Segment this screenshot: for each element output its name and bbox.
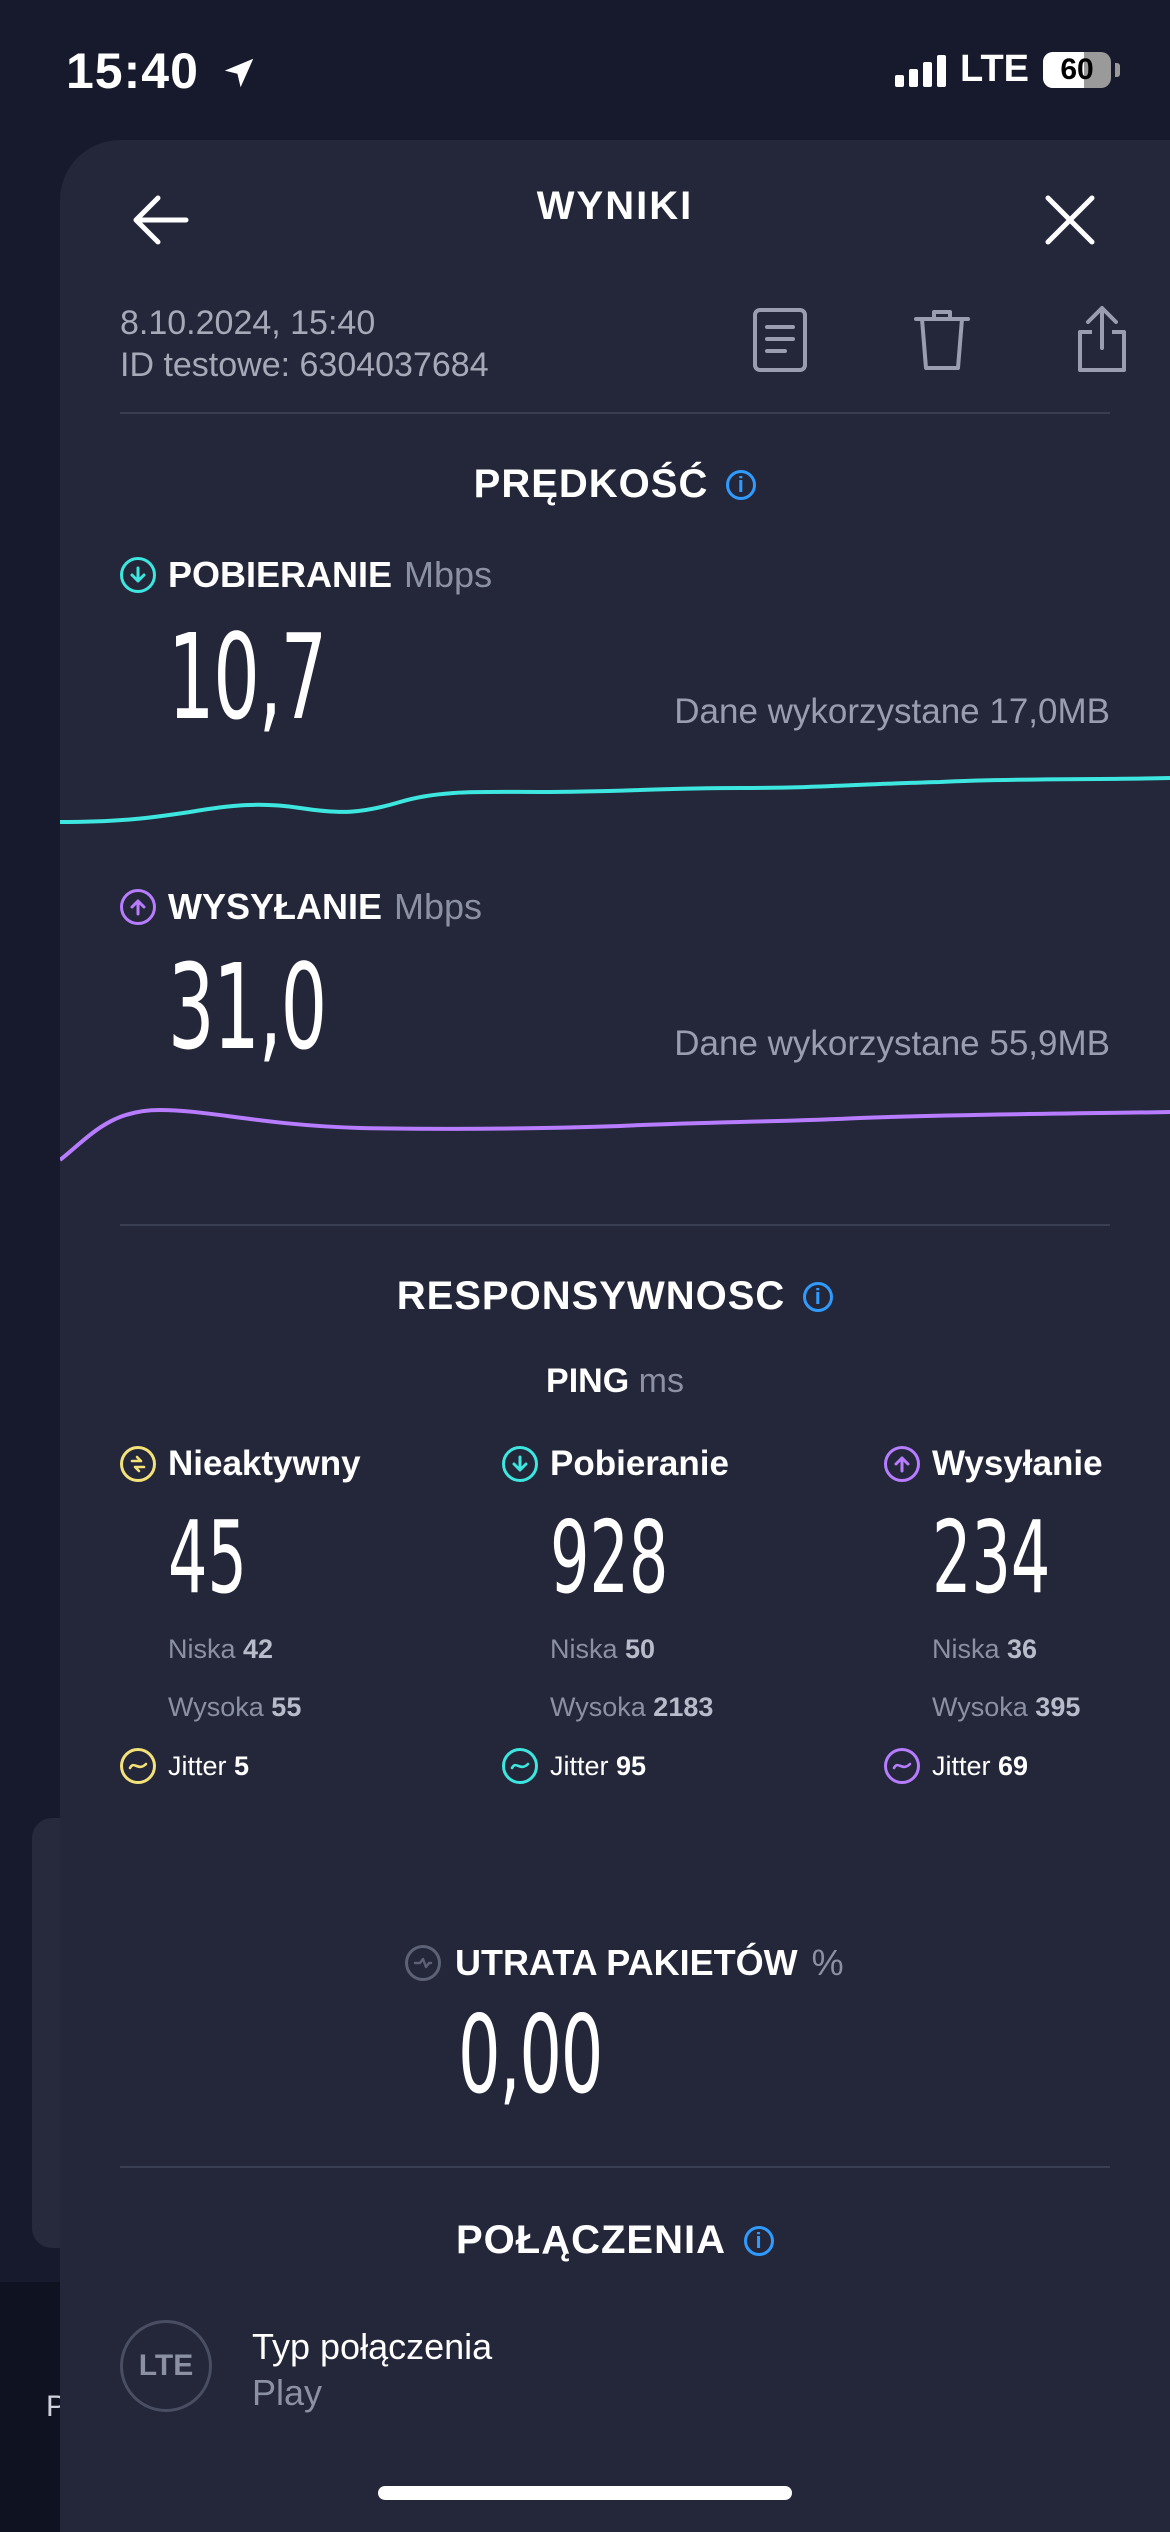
packet-loss-icon bbox=[405, 1945, 441, 1981]
ping-upload-high: Wysoka 395 bbox=[932, 1692, 1081, 1722]
ping-download-low: Niska 50 bbox=[550, 1634, 656, 1664]
ping-download-label: Pobieranie bbox=[502, 1444, 822, 1484]
ping-column-download: Pobieranie 928 bbox=[502, 1444, 822, 1608]
packet-loss-unit: % bbox=[811, 1942, 844, 1983]
upload-value: 31,0 bbox=[168, 938, 327, 1076]
packet-loss-value: 0,00 bbox=[458, 1993, 603, 2118]
divider bbox=[120, 1224, 1110, 1226]
location-arrow-icon bbox=[224, 58, 254, 88]
download-label-text: POBIERANIE bbox=[168, 554, 393, 595]
connection-provider: Play bbox=[252, 2372, 323, 2413]
share-button[interactable] bbox=[1062, 296, 1142, 380]
responsiveness-title: RESPONSYWNOSC bbox=[396, 1274, 786, 1318]
info-icon[interactable]: i bbox=[744, 2225, 774, 2256]
ping-upload-value: 234 bbox=[932, 1499, 1051, 1616]
ping-idle-low: Niska 42 bbox=[168, 1634, 274, 1664]
status-time: 15:40 bbox=[66, 42, 258, 100]
jitter-icon bbox=[502, 1748, 538, 1784]
ping-label: PING ms bbox=[60, 1362, 1170, 1401]
test-meta: 8.10.2024, 15:40 ID testowe: 6304037684 bbox=[120, 302, 489, 386]
ping-idle-value: 45 bbox=[168, 1499, 247, 1616]
upload-arrow-icon bbox=[884, 1446, 920, 1482]
ping-column-upload: Wysyłanie 234 bbox=[884, 1444, 1170, 1608]
test-id: ID testowe: 6304037684 bbox=[120, 346, 489, 384]
download-value: 10,7 bbox=[168, 608, 327, 746]
delete-button[interactable] bbox=[902, 300, 982, 380]
download-graph bbox=[60, 776, 1170, 824]
ping-upload-label: Wysyłanie bbox=[884, 1444, 1170, 1484]
ping-idle-label-text: Nieaktywny bbox=[168, 1444, 361, 1483]
ping-download-high: Wysoka 2183 bbox=[550, 1692, 714, 1722]
packet-loss-label: UTRATA PAKIETÓW % bbox=[405, 1942, 844, 1984]
upload-unit: Mbps bbox=[394, 886, 483, 927]
signal-icon bbox=[895, 53, 947, 87]
info-icon[interactable]: i bbox=[803, 1281, 834, 1312]
close-icon bbox=[1045, 195, 1095, 245]
ping-unit: ms bbox=[638, 1362, 684, 1400]
close-button[interactable] bbox=[1030, 180, 1110, 260]
battery-level: 60 bbox=[1060, 52, 1094, 86]
download-arrow-icon bbox=[120, 557, 156, 593]
test-date: 8.10.2024, 15:40 bbox=[120, 304, 376, 342]
ping-download-label-text: Pobieranie bbox=[550, 1444, 729, 1483]
connection-type-label: Typ połączenia bbox=[252, 2326, 493, 2367]
download-arrow-icon bbox=[502, 1446, 538, 1482]
idle-icon bbox=[120, 1446, 156, 1482]
download-data-used: Dane wykorzystane 17,0MB bbox=[674, 692, 1110, 731]
upload-arrow-icon bbox=[120, 889, 156, 925]
ping-column-idle: Nieaktywny 45 bbox=[120, 1444, 440, 1608]
packet-loss-label-text: UTRATA PAKIETÓW bbox=[455, 1942, 798, 1983]
responsiveness-section-title: RESPONSYWNOSC i bbox=[60, 1274, 1170, 1319]
status-indicators: LTE 60 bbox=[895, 48, 1120, 91]
ping-upload-jitter: Jitter 69 bbox=[884, 1748, 1028, 1784]
ping-idle-jitter: Jitter 5 bbox=[120, 1748, 249, 1784]
upload-label-text: WYSYŁANIE bbox=[168, 886, 383, 927]
ping-download-jitter: Jitter 95 bbox=[502, 1748, 646, 1784]
speed-section-title: PRĘDKOŚĆ i bbox=[60, 462, 1170, 507]
upload-data-used: Dane wykorzystane 55,9MB bbox=[674, 1024, 1110, 1063]
ping-upload-low: Niska 36 bbox=[932, 1634, 1038, 1664]
jitter-icon bbox=[884, 1748, 920, 1784]
ping-idle-label: Nieaktywny bbox=[120, 1444, 440, 1484]
ping-label-text: PING bbox=[546, 1362, 630, 1400]
results-sheet: WYNIKI 8.10.2024, 15:40 ID testowe: 6304… bbox=[60, 140, 1170, 2532]
upload-label: WYSYŁANIE Mbps bbox=[120, 886, 482, 928]
page-title: WYNIKI bbox=[536, 184, 694, 228]
lte-icon: LTE bbox=[120, 2320, 212, 2412]
jitter-icon bbox=[120, 1748, 156, 1784]
network-type: LTE bbox=[960, 48, 1029, 90]
connections-title: POŁĄCZENIA bbox=[456, 2218, 726, 2262]
ping-download-value: 928 bbox=[550, 1499, 669, 1616]
divider bbox=[120, 2166, 1110, 2168]
document-icon bbox=[753, 308, 807, 372]
upload-graph bbox=[60, 1107, 1170, 1162]
share-icon bbox=[1078, 306, 1126, 372]
details-button[interactable] bbox=[740, 300, 820, 380]
speed-title: PRĘDKOŚĆ bbox=[473, 462, 709, 506]
download-unit: Mbps bbox=[404, 554, 493, 595]
download-label: POBIERANIE Mbps bbox=[120, 554, 492, 596]
home-indicator[interactable] bbox=[378, 2486, 792, 2500]
ping-idle-high: Wysoka 55 bbox=[168, 1692, 302, 1722]
trash-icon bbox=[914, 310, 970, 370]
info-icon[interactable]: i bbox=[726, 469, 757, 500]
divider bbox=[120, 412, 1110, 414]
battery-icon: 60 bbox=[1043, 51, 1111, 88]
ping-upload-label-text: Wysyłanie bbox=[932, 1444, 1103, 1483]
connections-section-title: POŁĄCZENIA i bbox=[60, 2218, 1170, 2263]
